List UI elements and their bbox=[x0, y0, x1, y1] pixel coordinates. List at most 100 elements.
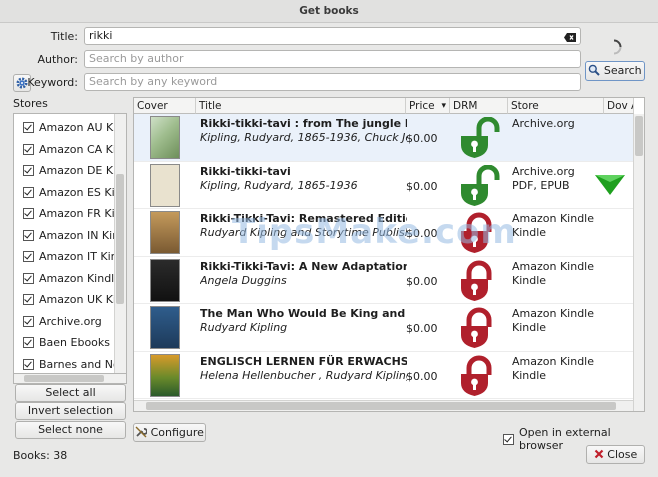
store-item[interactable]: Amazon UK Kindle bbox=[14, 289, 114, 311]
book-price: $0.00 bbox=[406, 369, 438, 383]
close-button[interactable]: Close bbox=[586, 445, 645, 464]
window-titlebar: Get books bbox=[0, 0, 658, 23]
store-checkbox[interactable] bbox=[23, 122, 34, 134]
book-title: ENGLISCH LERNEN FÜR ERWACHSENE bbox=[200, 354, 407, 368]
book-price: $0.00 bbox=[406, 179, 438, 193]
book-author: Kipling, Rudyard, 1865-1936 bbox=[200, 178, 358, 192]
download-arrow-icon[interactable] bbox=[594, 174, 626, 199]
author-field[interactable]: Search by author bbox=[84, 50, 581, 68]
drm-unlocked-icon bbox=[456, 116, 502, 159]
column-header[interactable]: Title bbox=[196, 98, 406, 114]
table-row[interactable]: The Man Who Would Be King and RikkRudyar… bbox=[134, 304, 633, 352]
book-author: Helena Hellenbucher , Rudyard Kipling , … bbox=[200, 368, 407, 382]
clear-icon[interactable] bbox=[564, 31, 576, 42]
stores-hscrollbar[interactable] bbox=[13, 373, 127, 384]
configure-button[interactable]: Configure bbox=[133, 423, 206, 442]
column-header[interactable]: DRM bbox=[450, 98, 508, 114]
select-none-button[interactable]: Select none bbox=[15, 421, 126, 439]
book-cover bbox=[150, 116, 180, 159]
store-item-label: Amazon UK Kindle bbox=[39, 293, 114, 307]
stores-scrollbar[interactable] bbox=[114, 114, 126, 383]
store-item[interactable]: Baen Ebooks bbox=[14, 332, 114, 354]
column-header[interactable]: Store bbox=[508, 98, 604, 114]
book-cover bbox=[150, 211, 180, 254]
store-item[interactable]: Amazon Kindle bbox=[14, 268, 114, 290]
store-checkbox[interactable] bbox=[23, 272, 34, 284]
store-item-label: Amazon AU Kindle bbox=[39, 121, 114, 135]
store-checkbox[interactable] bbox=[23, 337, 34, 349]
column-header[interactable]: Cover bbox=[134, 98, 196, 114]
book-cover bbox=[150, 306, 180, 349]
store-item[interactable]: Amazon IT Kindle bbox=[14, 246, 114, 268]
book-store: Amazon Kindle Kindle bbox=[512, 355, 594, 383]
store-item[interactable]: Archive.org bbox=[14, 311, 114, 333]
store-name: Archive.org bbox=[512, 164, 575, 178]
store-item-label: Amazon DE Kindle bbox=[39, 164, 114, 178]
store-item[interactable]: Amazon IN Kindle bbox=[14, 225, 114, 247]
drm-locked-icon bbox=[456, 260, 502, 302]
book-price: $0.00 bbox=[406, 132, 438, 145]
table-row[interactable]: Rikki-Tikki-Tavi: A New Adaptation Angela… bbox=[134, 257, 633, 304]
book-cover bbox=[150, 353, 180, 397]
book-formats: Kindle bbox=[512, 273, 547, 287]
store-item-label: Baen Ebooks bbox=[39, 336, 111, 350]
drm-unlocked-icon bbox=[456, 164, 502, 207]
book-formats: Kindle bbox=[512, 368, 547, 382]
table-row[interactable]: Rikki-tikki-tavi Kipling, Rudyard, 1865-1… bbox=[134, 162, 633, 209]
store-checkbox[interactable] bbox=[23, 165, 34, 177]
store-checkbox[interactable] bbox=[23, 358, 34, 370]
table-row[interactable]: Rikki-tikki-tavi : from The jungle bookK… bbox=[134, 114, 633, 162]
search-icon bbox=[589, 64, 601, 76]
results-hscrollbar[interactable] bbox=[134, 400, 633, 411]
book-cover bbox=[150, 163, 180, 207]
book-cover bbox=[150, 258, 180, 302]
table-row[interactable]: ENGLISCH LERNEN FÜR ERWACHSENEHelena Hel… bbox=[134, 352, 633, 399]
store-item[interactable]: Amazon CA Kindle bbox=[14, 139, 114, 161]
store-item-label: Amazon Kindle bbox=[39, 271, 114, 285]
book-formats: Kindle bbox=[512, 321, 547, 334]
results-scrollbar[interactable] bbox=[633, 114, 644, 411]
store-checkbox[interactable] bbox=[23, 315, 34, 327]
column-header-label: Price bbox=[409, 100, 435, 112]
results-table[interactable]: Cover Title Price ▾ DRM Store Dov Al Rikki-tik… bbox=[133, 97, 645, 412]
window-title: Get books bbox=[299, 5, 359, 17]
close-label: Close bbox=[607, 448, 638, 461]
stores-hscrollbar-thumb bbox=[24, 375, 104, 382]
title-value: rikki bbox=[89, 29, 113, 42]
column-header[interactable]: Dov Al bbox=[604, 98, 634, 114]
store-item[interactable]: Amazon ES Kindle bbox=[14, 182, 114, 204]
book-price: $0.00 bbox=[406, 274, 438, 288]
stores-list[interactable]: Amazon AU Kindle Amazon CA Kindle Amazon D… bbox=[13, 113, 127, 384]
store-checkbox[interactable] bbox=[23, 143, 34, 155]
store-name: Amazon Kindle bbox=[512, 354, 595, 368]
book-author: Angela Duggins bbox=[200, 273, 287, 287]
store-item[interactable]: Amazon DE Kindle bbox=[14, 160, 114, 182]
store-checkbox[interactable] bbox=[23, 294, 34, 306]
column-header-label: DRM bbox=[453, 100, 478, 112]
store-name: Archive.org bbox=[512, 117, 575, 130]
results-scrollbar-thumb[interactable] bbox=[635, 116, 643, 156]
stores-scrollbar-thumb[interactable] bbox=[116, 174, 124, 304]
sort-arrow-icon: ▾ bbox=[441, 101, 446, 111]
search-button[interactable]: Search bbox=[585, 61, 645, 81]
store-name: Amazon Kindle bbox=[512, 259, 595, 273]
keyword-field[interactable]: Search by any keyword bbox=[84, 73, 581, 91]
store-checkbox[interactable] bbox=[23, 251, 34, 263]
author-label: Author: bbox=[37, 53, 78, 66]
open-external-checkbox[interactable] bbox=[503, 433, 514, 445]
invert-selection-button[interactable]: Invert selection bbox=[15, 402, 126, 420]
select-all-button[interactable]: Select all bbox=[15, 384, 126, 402]
title-field[interactable]: rikki bbox=[84, 27, 581, 45]
column-header[interactable]: Price ▾ bbox=[406, 98, 450, 114]
book-store: Amazon Kindle Kindle bbox=[512, 260, 594, 288]
store-checkbox[interactable] bbox=[23, 186, 34, 198]
store-item[interactable]: Amazon FR Kindle bbox=[14, 203, 114, 225]
book-title: The Man Who Would Be King and Rikk bbox=[200, 307, 407, 320]
store-item[interactable]: Amazon AU Kindle bbox=[14, 117, 114, 139]
results-hscrollbar-thumb[interactable] bbox=[146, 402, 616, 410]
book-formats: PDF, EPUB bbox=[512, 178, 570, 192]
store-checkbox[interactable] bbox=[23, 229, 34, 241]
book-formats: Kindle bbox=[512, 226, 547, 239]
store-item[interactable]: Barnes and Noble bbox=[14, 354, 114, 376]
store-checkbox[interactable] bbox=[23, 208, 34, 220]
